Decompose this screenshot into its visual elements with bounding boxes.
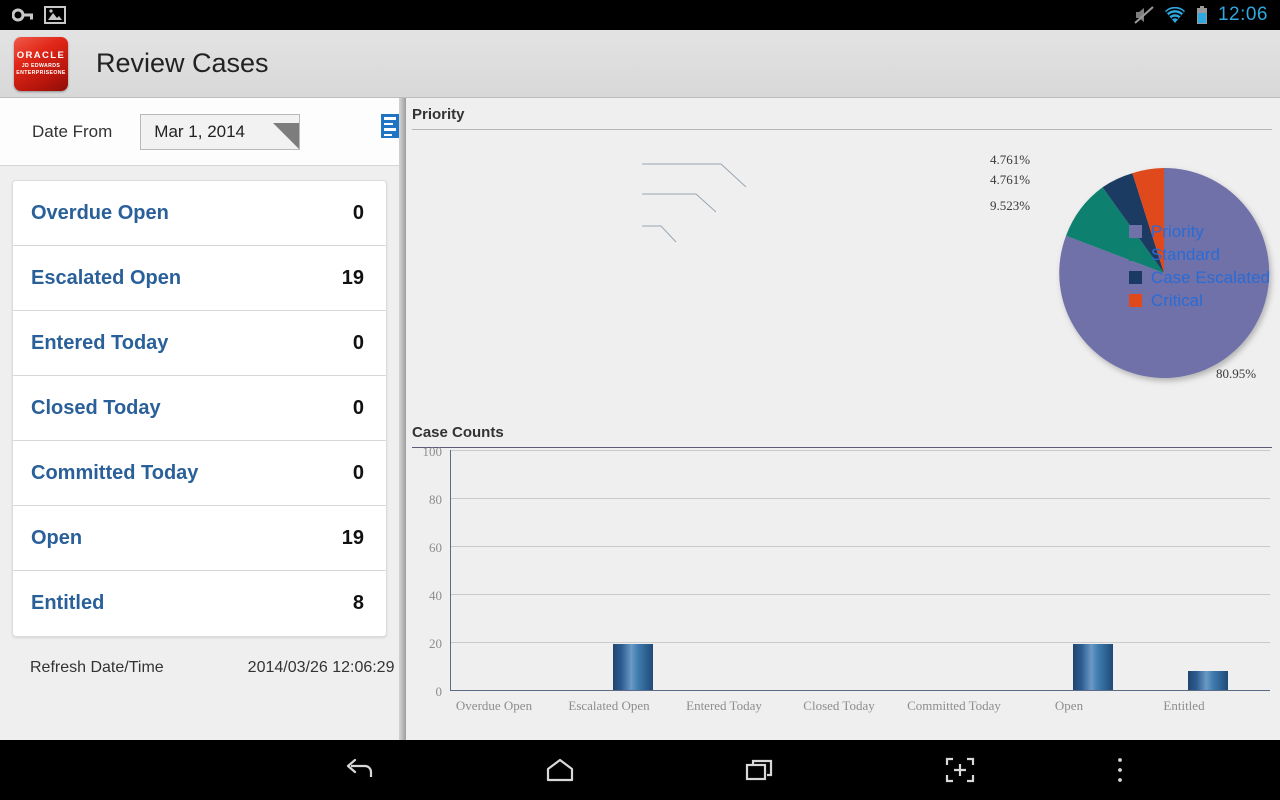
list-item[interactable]: Entered Today 0: [13, 311, 386, 376]
kpi-value: 0: [352, 201, 364, 224]
list-item[interactable]: Overdue Open 0: [13, 181, 386, 246]
priority-chart-title: Priority: [412, 106, 465, 123]
kpi-value: 0: [352, 396, 364, 419]
kpi-label: Open: [31, 526, 83, 549]
date-from-value: Mar 1, 2014: [154, 121, 246, 141]
kpi-label: Overdue Open: [31, 201, 169, 224]
kpi-value: 19: [341, 266, 364, 289]
kpi-label: Escalated Open: [31, 266, 182, 289]
mute-icon: [1134, 6, 1154, 24]
y-tick: 20: [429, 636, 442, 651]
kpi-label: Closed Today: [31, 396, 161, 419]
section-divider: [412, 447, 1272, 448]
legend-swatch-icon: [1128, 225, 1142, 238]
refresh-value: 2014/03/26 12:06:29: [247, 659, 395, 676]
wifi-icon: [1164, 6, 1186, 24]
kpi-list: Overdue Open 0 Escalated Open 19 Entered…: [12, 180, 387, 637]
kpi-label: Entitled: [31, 592, 105, 614]
logo-line-jdedwards: JD EDWARDS: [21, 63, 61, 69]
legend-item-case-escalated[interactable]: Case Escalated: [1128, 266, 1270, 289]
priority-chart-section: Priority 4.761% 4.761% 9.523% 80.95% Pri…: [406, 98, 1280, 416]
refresh-label: Refresh Date/Time: [30, 659, 164, 676]
recents-icon[interactable]: [660, 740, 860, 800]
legend-swatch-icon: [1128, 294, 1142, 307]
kpi-value: 0: [352, 331, 364, 354]
legend-item-standard[interactable]: Standard: [1128, 243, 1270, 266]
list-item[interactable]: Closed Today 0: [13, 376, 386, 441]
legend-label: Standard: [1150, 244, 1220, 264]
logo-line-enterpriseone: ENTERPRISEONE: [16, 70, 66, 76]
android-status-bar: 12:06: [0, 0, 1280, 30]
date-filter-bar: Date From Mar 1, 2014: [0, 98, 399, 166]
image-icon: [44, 6, 66, 24]
legend-label: Case Escalated: [1150, 267, 1270, 287]
legend-item-priority[interactable]: Priority: [1128, 220, 1270, 243]
page-title: Review Cases: [96, 48, 269, 78]
status-bar-right-icons: 12:06: [1134, 4, 1280, 26]
list-item[interactable]: Escalated Open 19: [13, 246, 386, 311]
status-bar-clock: 12:06: [1217, 4, 1268, 25]
logo-line-oracle: ORACLE: [16, 50, 66, 61]
kpi-value: 0: [352, 461, 364, 484]
bar-open: [1073, 644, 1113, 690]
legend-swatch-icon: [1128, 248, 1142, 261]
case-counts-chart-title: Case Counts: [412, 424, 504, 441]
left-panel: Date From Mar 1, 2014 Overdue Open 0 Esc…: [0, 98, 400, 740]
list-item[interactable]: Open 19: [13, 506, 386, 571]
y-tick: 100: [422, 444, 443, 459]
status-bar-left-icons: [0, 6, 66, 24]
bar-entitled: [1188, 670, 1228, 690]
pie-label-critical: 4.761%: [990, 172, 1031, 187]
pie-label-standard: 9.523%: [990, 198, 1031, 213]
pie-label-priority: 80.95%: [1216, 366, 1257, 381]
battery-icon: [1196, 5, 1208, 25]
dropdown-corner-icon: [273, 122, 300, 149]
case-counts-chart-section: Case Counts 100 80 60 40 20 0 Overdue Op…: [406, 416, 1280, 716]
legend-swatch-icon: [1128, 271, 1142, 284]
kpi-label: Committed Today: [31, 461, 199, 484]
refresh-datetime-row: Refresh Date/Time 2014/03/26 12:06:29: [0, 659, 399, 677]
y-tick: 80: [429, 492, 442, 507]
kpi-value: 8: [352, 592, 364, 614]
overflow-menu-icon[interactable]: [1060, 740, 1180, 800]
bar-plot-area: [450, 450, 1270, 690]
key-icon: [12, 7, 34, 23]
back-icon[interactable]: [260, 740, 460, 800]
bar-escalated-open: [613, 644, 653, 690]
oracle-jde-logo-icon: ORACLE JD EDWARDS ENTERPRISEONE: [14, 36, 68, 91]
pie-legend: Priority Standard Case Escalated Critica…: [1128, 220, 1270, 312]
list-item[interactable]: Committed Today 0: [13, 441, 386, 506]
gridline: [450, 690, 1270, 691]
screenshot-icon[interactable]: [860, 740, 1060, 800]
list-item[interactable]: Entitled 8: [13, 571, 386, 636]
pie-label-case-escalated: 4.761%: [990, 152, 1031, 167]
kpi-label: Entered Today: [31, 331, 169, 354]
legend-label: Critical: [1150, 290, 1203, 310]
legend-item-critical[interactable]: Critical: [1128, 289, 1270, 312]
report-list-icon[interactable]: [381, 114, 399, 138]
right-panel: Priority 4.761% 4.761% 9.523% 80.95% Pri…: [406, 98, 1280, 740]
home-icon[interactable]: [460, 740, 660, 800]
date-from-input[interactable]: Mar 1, 2014: [140, 113, 301, 150]
legend-label: Priority: [1150, 221, 1204, 241]
date-from-label: Date From: [32, 121, 113, 141]
android-navigation-bar: [0, 740, 1280, 800]
y-tick: 40: [429, 588, 442, 603]
y-tick: 60: [429, 540, 442, 555]
x-tick: Entitled: [1163, 698, 1205, 713]
section-divider: [412, 129, 1272, 130]
app-title-bar: ORACLE JD EDWARDS ENTERPRISEONE Review C…: [0, 30, 1280, 98]
kpi-value: 19: [341, 526, 364, 549]
